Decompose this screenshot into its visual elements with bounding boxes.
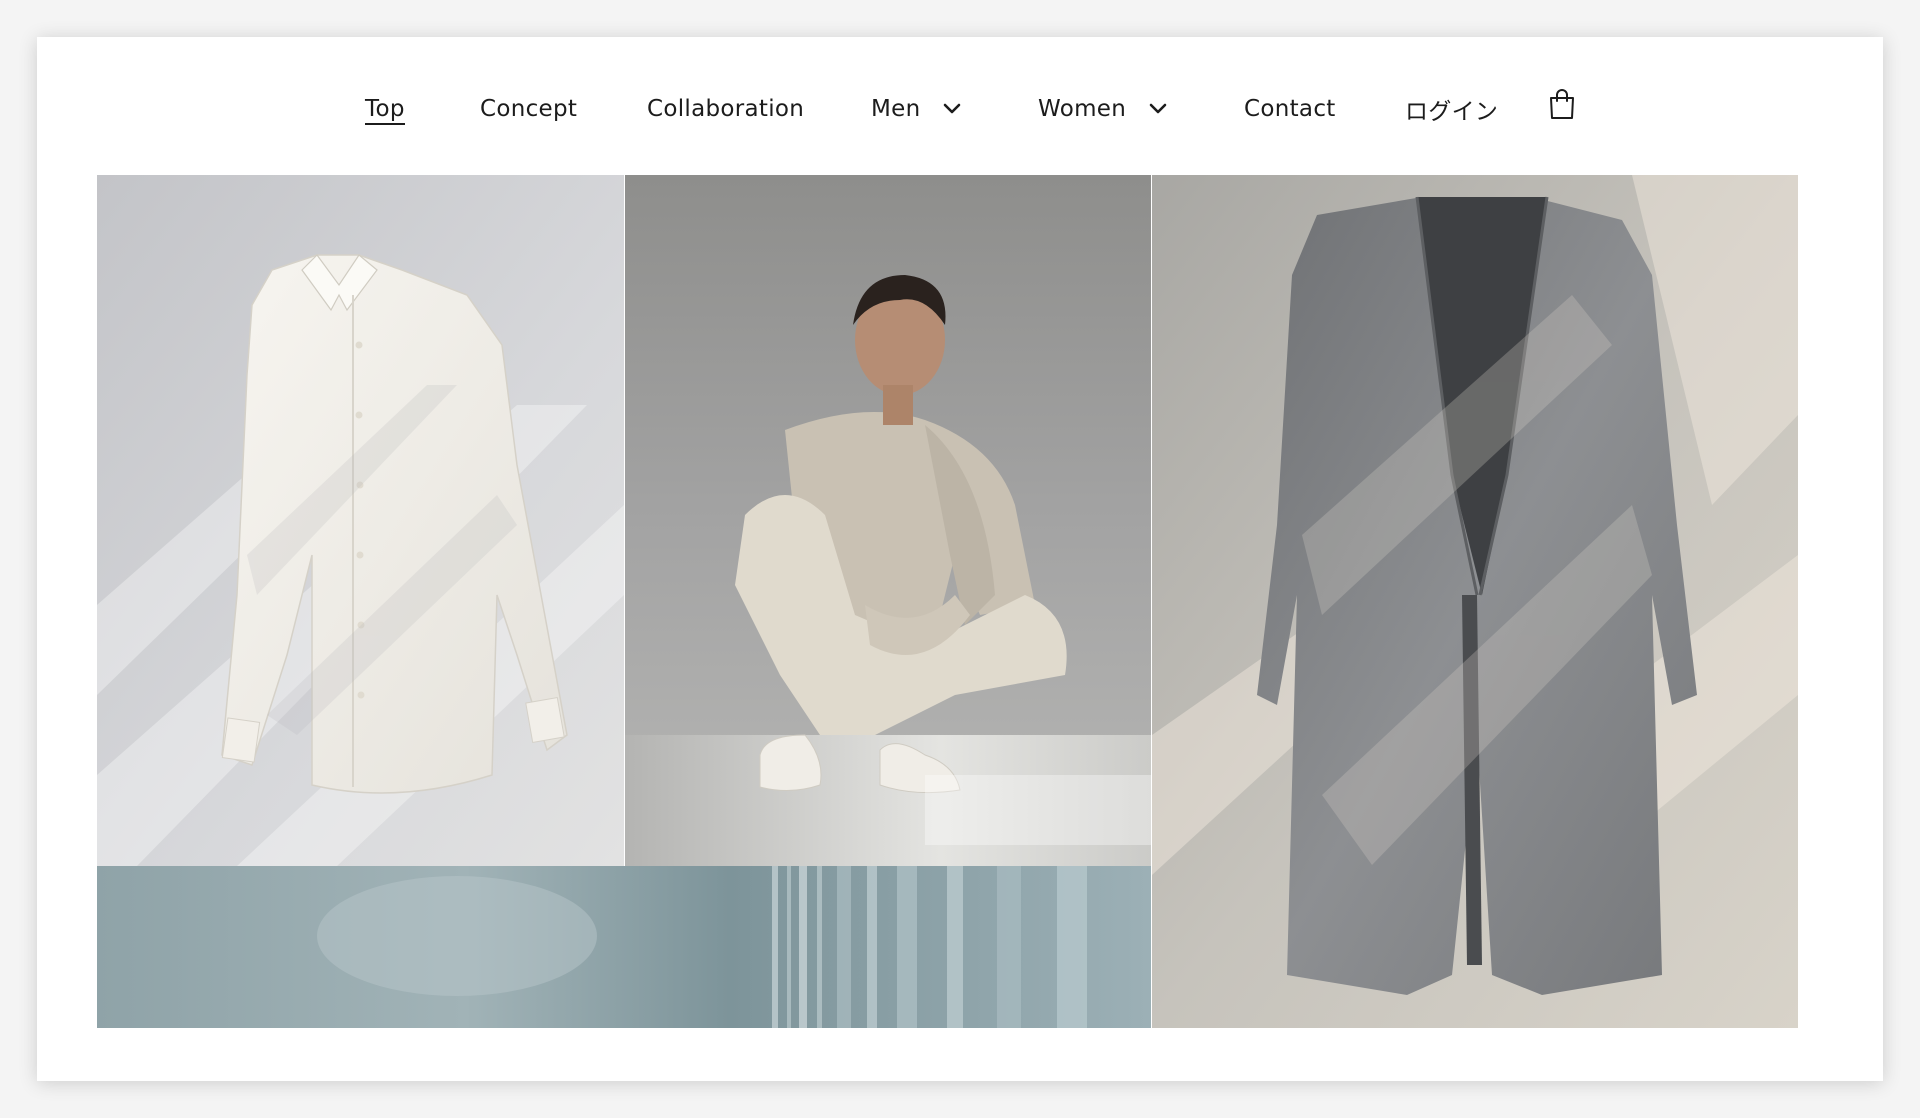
hero-gallery (97, 175, 1798, 1028)
nav-label: Contact (1244, 96, 1336, 122)
blue-curtain-image (97, 866, 1151, 1028)
grey-coat-image (1152, 175, 1798, 1028)
nav-item-collaboration[interactable]: Collaboration (647, 88, 804, 130)
nav-item-concept[interactable]: Concept (480, 88, 577, 130)
nav-label: Women (1038, 96, 1127, 122)
shopping-bag-icon[interactable] (1548, 88, 1576, 120)
nav-item-top[interactable]: Top (365, 88, 405, 130)
grey-coat-photo (1152, 175, 1798, 1028)
nav-item-contact[interactable]: Contact (1244, 88, 1336, 130)
nav-item-login[interactable]: ログイン (1405, 88, 1498, 130)
white-shirt-photo (97, 175, 624, 866)
page-frame: Top Concept Collaboration Men Women Cont… (37, 37, 1883, 1081)
nav-label: Collaboration (647, 96, 805, 122)
nav-label: ログイン (1405, 99, 1499, 125)
chevron-down-icon (944, 103, 961, 114)
nav-label: Concept (480, 96, 578, 122)
nav-item-men[interactable]: Men (871, 88, 962, 130)
model-photo (625, 175, 1151, 866)
model-image (625, 175, 1151, 866)
nav-label: Men (871, 96, 921, 122)
white-shirt-image (97, 175, 624, 866)
nav-label: Top (365, 96, 405, 125)
blue-curtain-photo (97, 866, 1151, 1028)
main-navigation: Top Concept Collaboration Men Women Cont… (37, 37, 1883, 175)
chevron-down-icon (1149, 103, 1167, 114)
nav-item-women[interactable]: Women (1038, 88, 1168, 130)
